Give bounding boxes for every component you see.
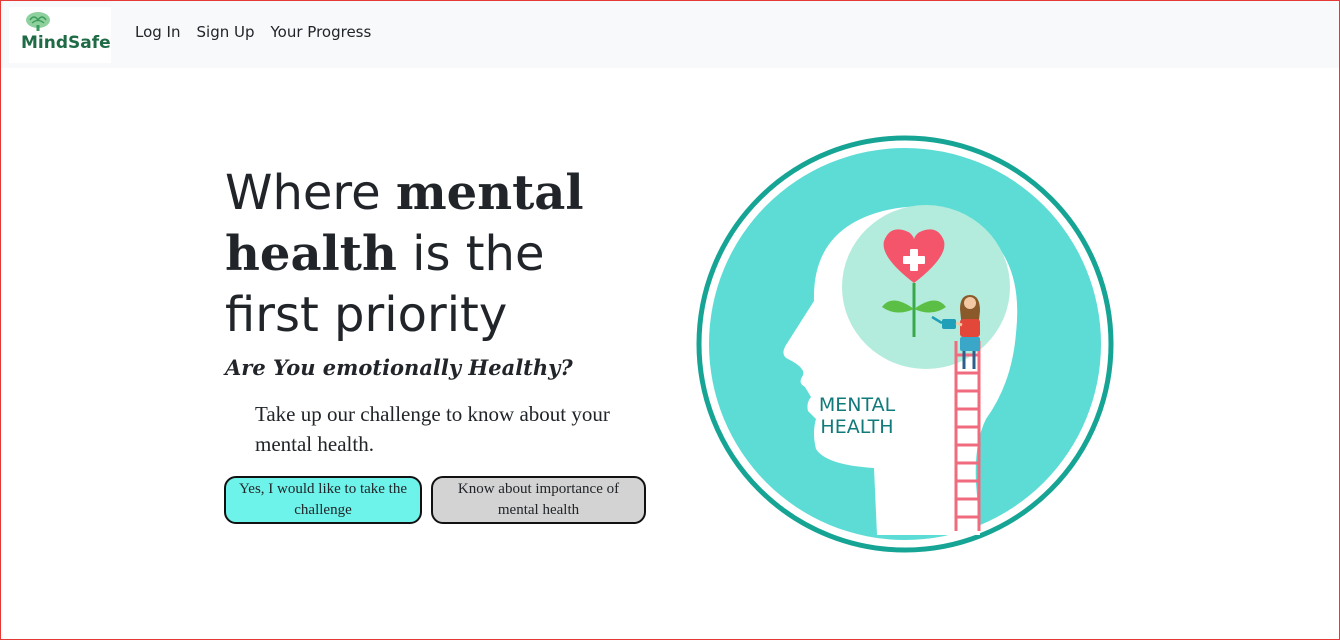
hero-subheading: Are You emotionally Healthy? — [225, 355, 573, 380]
headline-bold-mental: mental — [395, 165, 584, 221]
progress-link[interactable]: Your Progress — [271, 23, 372, 41]
hero-headline: Where mental health is the first priority — [225, 163, 645, 346]
health-label: HEALTH — [820, 416, 893, 438]
navbar: MindSafe Log In Sign Up Your Progress — [1, 1, 1339, 68]
brand-logo[interactable]: MindSafe — [9, 7, 111, 63]
signup-link[interactable]: Sign Up — [197, 23, 255, 41]
nav-links: Log In Sign Up Your Progress — [135, 23, 387, 41]
headline-text-1: Where — [225, 165, 396, 221]
mint-brain-area — [842, 205, 1010, 369]
login-link[interactable]: Log In — [135, 23, 181, 41]
headline-text-3: first priority — [225, 287, 508, 343]
headline-bold-health: health — [225, 226, 397, 282]
brand-name: MindSafe — [21, 33, 111, 53]
hero-description: Take up our challenge to know about your… — [255, 402, 610, 456]
mental-health-illustration: MENTAL HEALTH — [696, 135, 1114, 553]
mental-label: MENTAL — [819, 394, 896, 416]
brain-icon — [26, 12, 50, 31]
headline-text-2: is the — [396, 226, 545, 282]
importance-button[interactable]: Know about importance of mental health — [431, 476, 646, 524]
take-challenge-button[interactable]: Yes, I would like to take the challenge — [224, 476, 422, 524]
